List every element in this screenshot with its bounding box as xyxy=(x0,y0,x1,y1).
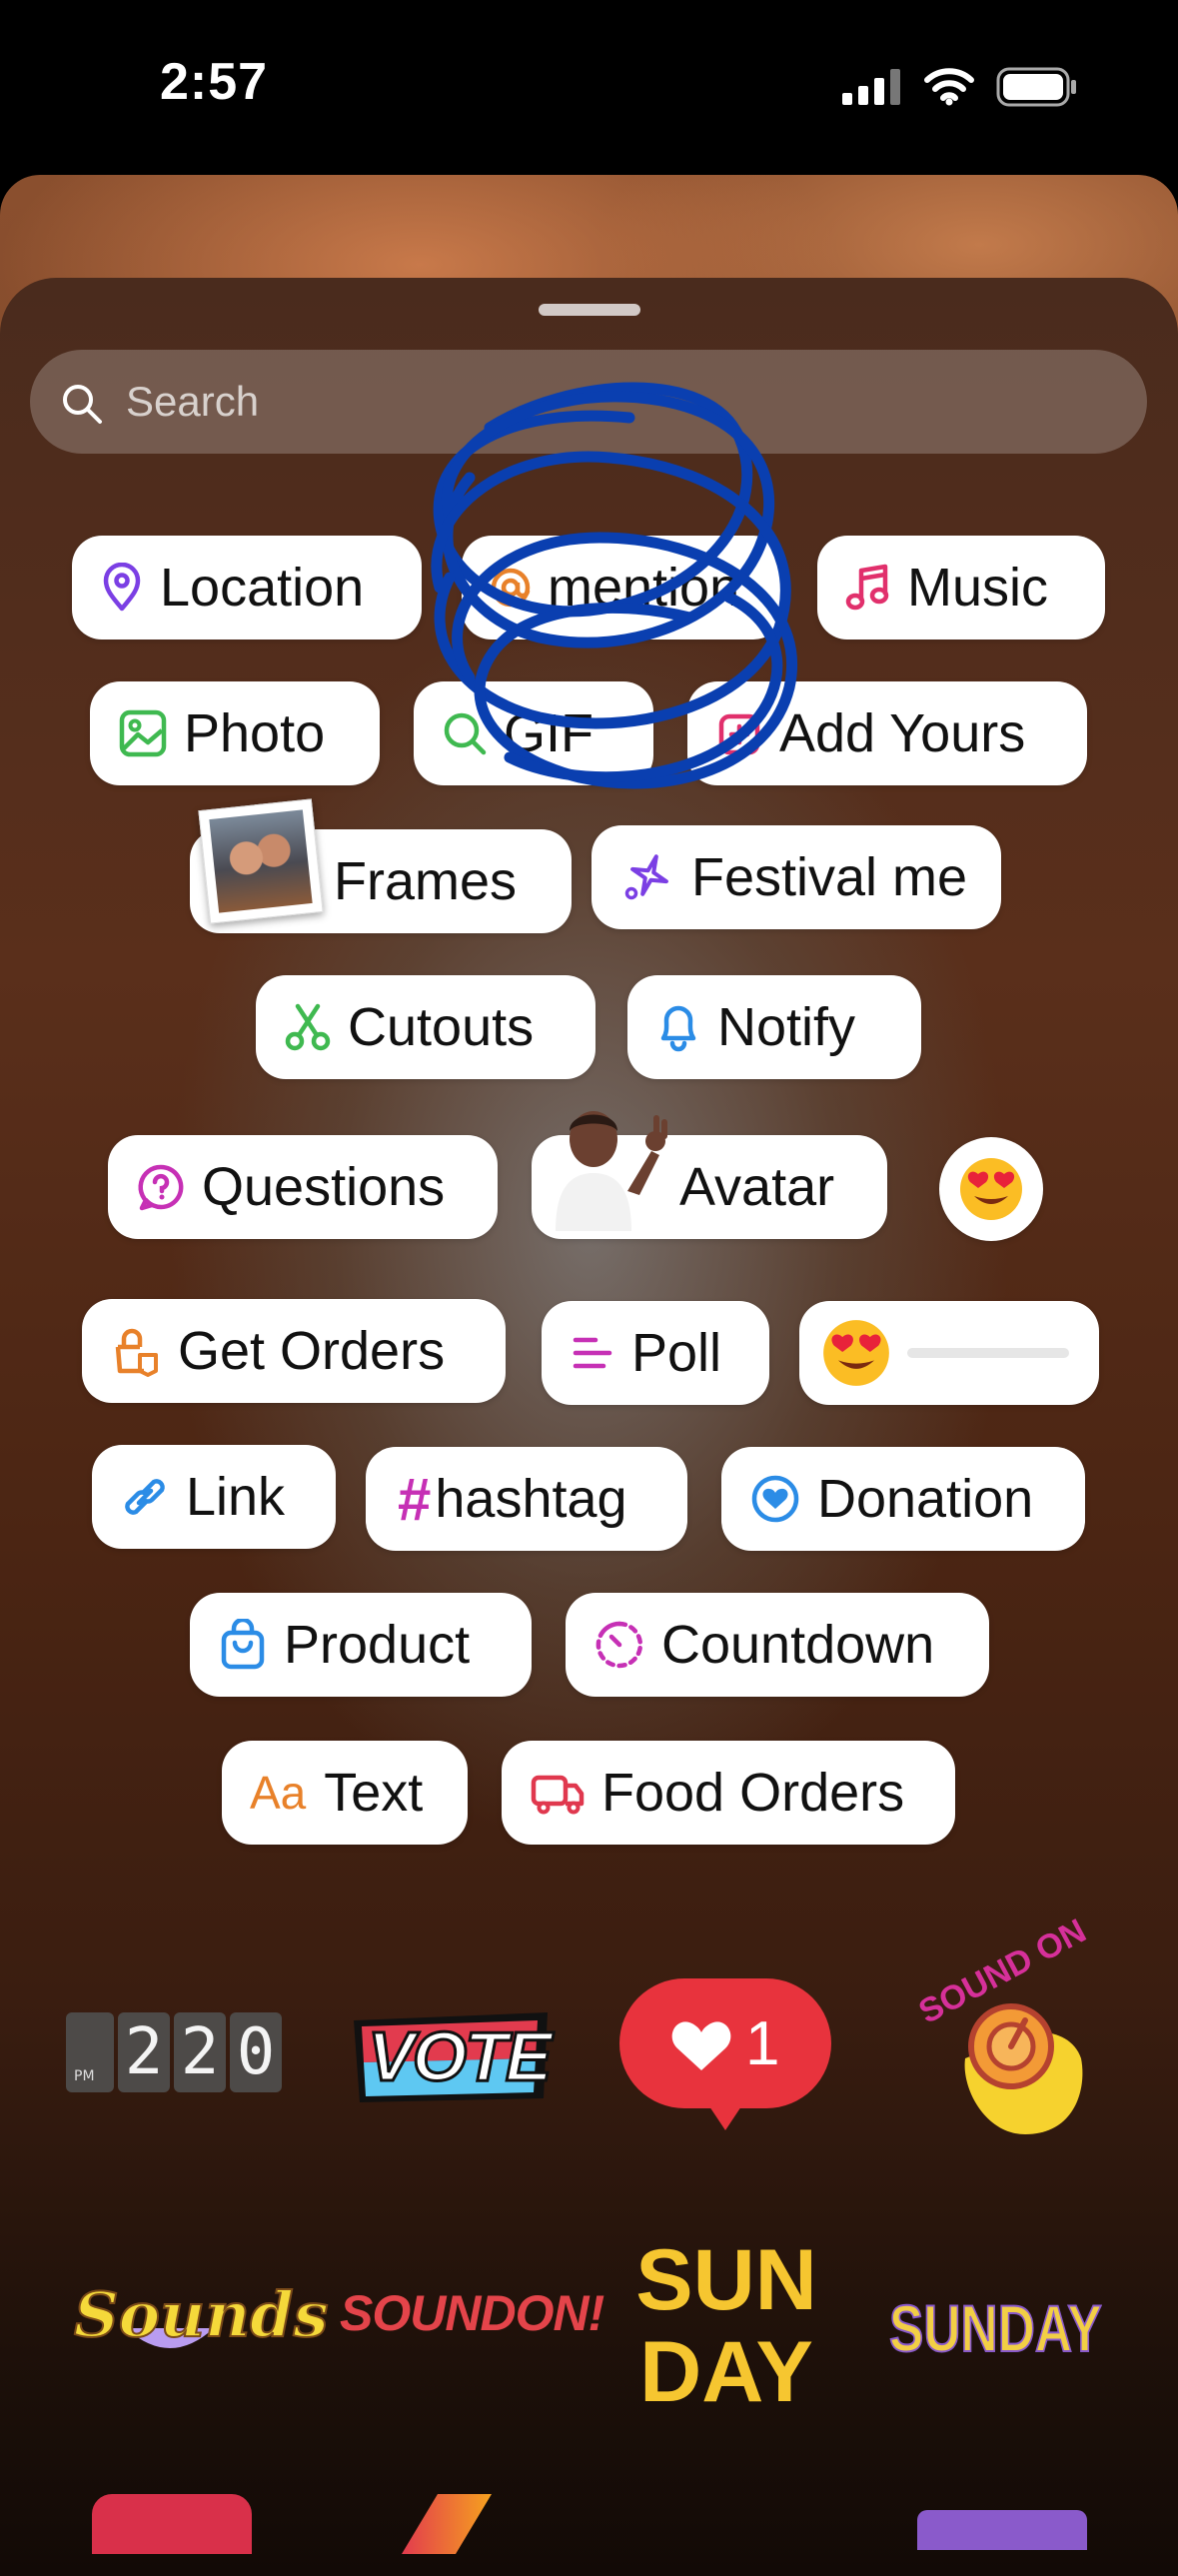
sticker-partial-left[interactable] xyxy=(92,2494,252,2554)
shopping-bag-tag-icon xyxy=(115,1328,158,1377)
sticker-donation[interactable]: Donation xyxy=(721,1447,1085,1551)
sticker-countdown[interactable]: Countdown xyxy=(566,1593,989,1697)
clock-digit: 0 xyxy=(230,2012,282,2092)
sticker-emoji-slider[interactable] xyxy=(799,1301,1099,1405)
sticker-mention[interactable]: mention xyxy=(462,536,783,640)
sticker-vote[interactable]: VOTE xyxy=(348,2006,556,2106)
countdown-timer-icon xyxy=(595,1621,643,1669)
sticker-clock[interactable]: PM 2 2 0 xyxy=(66,2012,286,2092)
scissors-icon xyxy=(285,1003,331,1051)
cellular-signal-icon xyxy=(842,69,900,105)
sticker-tray-sheet: Search Location mention Music Photo GIF … xyxy=(0,278,1178,2576)
status-bar: 2:57 xyxy=(0,0,1178,170)
search-input[interactable]: Search xyxy=(30,350,1147,454)
sticker-product[interactable]: Product xyxy=(190,1593,532,1697)
hashtag-icon: # xyxy=(398,1465,432,1533)
sticker-sounds[interactable]: Sounds xyxy=(66,2258,330,2378)
sticker-photo[interactable]: Photo xyxy=(90,681,380,785)
poll-bars-icon xyxy=(573,1337,612,1369)
bell-icon xyxy=(660,1005,696,1052)
battery-icon xyxy=(996,67,1076,107)
sticker-food-orders[interactable]: Food Orders xyxy=(502,1741,955,1845)
slider-track xyxy=(907,1348,1069,1358)
sticker-gif[interactable]: GIF xyxy=(414,681,653,785)
add-yours-icon xyxy=(718,713,760,755)
like-count-label: 1 xyxy=(745,2009,780,2078)
status-time: 2:57 xyxy=(160,53,269,111)
sticker-avatar[interactable]: Avatar xyxy=(532,1111,887,1239)
frames-photo-thumbnail xyxy=(198,798,324,924)
location-pin-icon xyxy=(103,563,141,612)
delivery-truck-icon xyxy=(531,1775,585,1815)
sticker-add-yours[interactable]: Add Yours xyxy=(687,681,1087,785)
sticker-text[interactable]: Aa Text xyxy=(222,1741,468,1845)
sticker-questions[interactable]: Questions xyxy=(108,1135,498,1239)
gif-search-icon xyxy=(444,712,487,755)
text-aa-icon: Aa xyxy=(250,1767,307,1819)
at-sign-icon xyxy=(491,568,531,608)
search-placeholder: Search xyxy=(126,378,260,425)
sticker-sound-on-2[interactable]: SOUNDON! xyxy=(340,2276,604,2366)
sticker-sunday[interactable]: SUNDAY xyxy=(887,2286,1117,2376)
sticker-notify[interactable]: Notify xyxy=(627,975,921,1079)
avatar-figure-icon xyxy=(556,1111,667,1231)
donation-heart-icon xyxy=(751,1475,799,1523)
shopping-bag-icon xyxy=(221,1619,265,1670)
sticker-partial-middle[interactable] xyxy=(402,2494,492,2554)
status-icons xyxy=(842,62,1078,112)
clock-digit: 2 xyxy=(118,2012,170,2092)
clock-digit: 2 xyxy=(174,2012,226,2092)
sticker-link[interactable]: Link xyxy=(92,1445,336,1549)
sparkle-icon xyxy=(624,854,668,900)
sticker-poll[interactable]: Poll xyxy=(542,1301,769,1405)
like-bubble-icon xyxy=(619,1978,831,2130)
sticker-partial-right[interactable] xyxy=(917,2510,1087,2550)
clock-ampm-tile: PM xyxy=(66,2012,114,2092)
link-icon xyxy=(125,1479,165,1515)
vote-label: VOTE xyxy=(367,2016,555,2097)
drag-handle[interactable] xyxy=(539,304,640,316)
search-icon xyxy=(63,385,102,424)
sticker-emoji-reaction[interactable] xyxy=(939,1137,1043,1241)
wifi-icon xyxy=(924,68,974,106)
sticker-music[interactable]: Music xyxy=(817,536,1105,640)
heart-eyes-emoji-icon xyxy=(823,1320,889,1386)
sticker-sunday-bubble[interactable]: SUNDAY xyxy=(619,2224,833,2444)
sticker-festival[interactable]: Festival me xyxy=(591,825,1001,929)
music-note-icon xyxy=(845,564,889,611)
sticker-cutouts[interactable]: Cutouts xyxy=(256,975,595,1079)
sticker-sound-on[interactable]: SOUND ON xyxy=(905,1912,1095,2138)
sticker-frames[interactable]: Frames xyxy=(190,798,572,933)
photo-icon xyxy=(119,709,167,757)
sticker-hashtag[interactable]: # hashtag xyxy=(366,1447,687,1551)
sticker-get-orders[interactable]: Get Orders xyxy=(82,1299,506,1403)
question-bubble-icon xyxy=(138,1164,184,1211)
heart-eyes-emoji-icon xyxy=(960,1158,1022,1220)
sticker-location[interactable]: Location xyxy=(72,536,422,640)
sticker-like-count[interactable]: 1 xyxy=(617,1974,833,2134)
